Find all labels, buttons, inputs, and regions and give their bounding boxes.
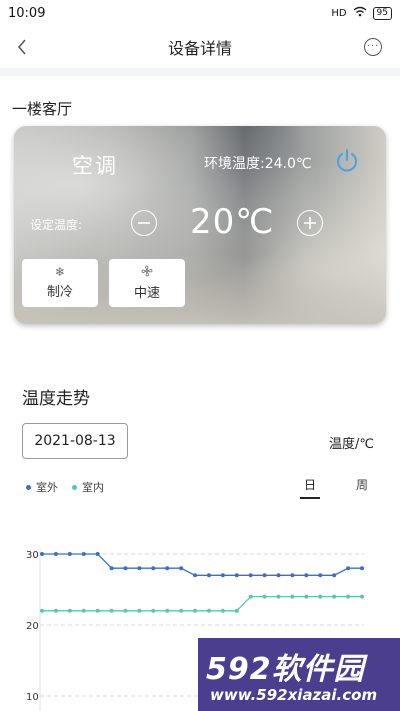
data-point: [81, 608, 86, 613]
data-point: [220, 608, 225, 613]
trend-title: 温度走势: [22, 389, 90, 409]
data-point: [81, 552, 86, 556]
data-point: [109, 608, 114, 613]
page-title: 设备详情: [167, 39, 232, 58]
y-tick-label: 30: [26, 550, 39, 561]
data-point: [220, 573, 225, 578]
data-point: [234, 573, 239, 578]
legend-indoor-dot: [72, 484, 77, 490]
chart-legend: 室外 室内: [26, 479, 104, 495]
data-point: [262, 594, 267, 599]
data-point: [332, 594, 337, 599]
data-point: [165, 566, 170, 571]
data-point: [206, 573, 211, 578]
data-point: [123, 608, 128, 613]
data-point: [360, 594, 364, 599]
data-point: [276, 594, 281, 599]
watermark: 592软件园 www.592xiazai.com: [198, 638, 400, 711]
watermark-text: 592软件园: [206, 652, 365, 687]
data-point: [179, 566, 184, 571]
status-bar: 10:09 HD 95: [0, 0, 400, 26]
data-point: [332, 573, 337, 578]
status-icons: HD 95: [331, 6, 392, 20]
set-temp-value: 20℃: [190, 202, 275, 242]
data-point: [193, 608, 198, 613]
data-point: [276, 573, 281, 578]
data-point: [346, 594, 351, 599]
tab-day[interactable]: 日: [300, 476, 320, 499]
data-point: [137, 608, 142, 613]
fan-icon: [141, 265, 153, 279]
data-point: [290, 594, 295, 599]
increase-temp-button[interactable]: [297, 210, 323, 236]
more-icon[interactable]: ···: [364, 38, 382, 56]
data-point: [53, 552, 58, 556]
fan-speed-button[interactable]: 中速: [109, 259, 185, 307]
legend-outdoor: 室外: [26, 479, 58, 495]
mode-cool-label: 制冷: [46, 285, 73, 300]
set-temp-label: 设定温度:: [30, 218, 83, 232]
device-name: 空调: [72, 154, 118, 178]
wifi-icon: [353, 6, 367, 20]
data-point: [262, 573, 267, 578]
nav-divider: [0, 68, 400, 76]
chevron-left-icon[interactable]: [10, 35, 34, 59]
snowflake-icon: ❄: [54, 265, 66, 279]
data-point: [151, 608, 156, 613]
nav-bar: 设备详情 ···: [0, 26, 400, 68]
data-point: [206, 608, 211, 613]
data-point: [67, 552, 72, 556]
data-point: [304, 573, 309, 578]
data-point: [248, 594, 253, 599]
env-temp-label: 环境温度:24.0℃: [204, 156, 312, 172]
legend-outdoor-label: 室外: [36, 481, 58, 494]
data-point: [318, 594, 323, 599]
y-tick-label: 10: [26, 692, 39, 703]
device-card: 空调 环境温度:24.0℃ 设定温度: 20℃ ❄ 制冷 中速: [14, 126, 386, 324]
legend-indoor-label: 室内: [82, 481, 104, 494]
data-point: [193, 573, 198, 578]
data-point: [234, 608, 239, 613]
status-time: 10:09: [8, 5, 46, 21]
data-point: [40, 552, 44, 556]
data-point: [346, 566, 351, 571]
tab-week[interactable]: 周: [356, 476, 368, 493]
legend-indoor: 室内: [72, 479, 104, 495]
data-point: [123, 566, 128, 571]
series-line-1: [42, 595, 362, 612]
data-point: [304, 594, 309, 599]
data-point: [318, 573, 323, 578]
data-point: [360, 566, 364, 571]
data-point: [179, 608, 184, 613]
room-title: 一楼客厅: [12, 100, 73, 118]
date-picker[interactable]: 2021-08-13: [22, 423, 128, 459]
data-point: [95, 608, 100, 613]
legend-outdoor-dot: [26, 484, 31, 490]
data-point: [137, 566, 142, 571]
data-point: [109, 566, 114, 571]
watermark-url: www.592xiazai.com: [210, 686, 378, 704]
data-point: [40, 608, 44, 613]
data-point: [67, 608, 72, 613]
unit-label: 温度/℃: [329, 437, 374, 452]
fan-speed-label: 中速: [133, 286, 160, 301]
data-point: [53, 608, 58, 613]
series-line-0: [42, 553, 362, 576]
y-tick-label: 20: [26, 621, 39, 632]
data-point: [248, 573, 253, 578]
data-point: [165, 608, 170, 613]
data-point: [95, 552, 100, 556]
battery-icon: 95: [372, 6, 392, 20]
decrease-temp-button[interactable]: [131, 210, 157, 236]
signal-icon: HD: [331, 7, 347, 19]
data-point: [290, 573, 295, 578]
power-icon[interactable]: [334, 148, 360, 174]
mode-cool-button[interactable]: ❄ 制冷: [22, 259, 98, 307]
data-point: [151, 566, 156, 571]
